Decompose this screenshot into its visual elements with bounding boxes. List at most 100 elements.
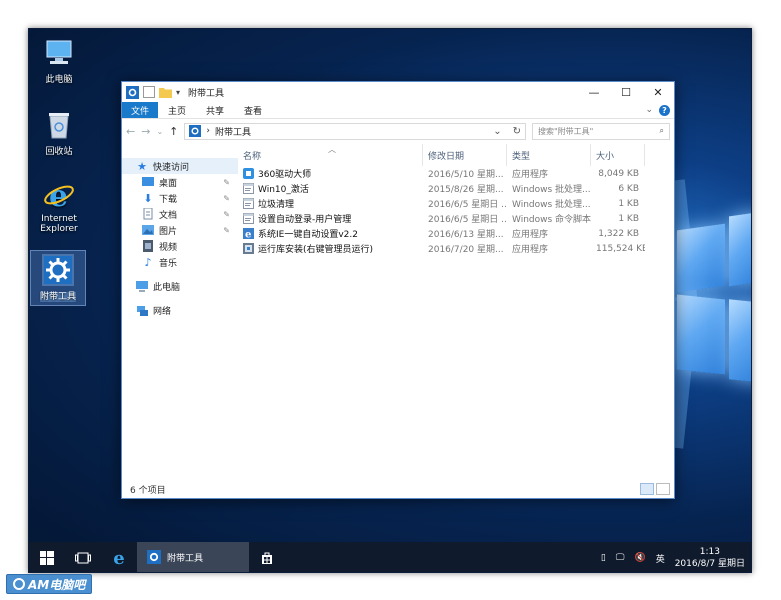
back-arrow-icon[interactable]: ← — [126, 125, 135, 138]
chevron-down-icon[interactable]: ▾ — [176, 88, 180, 97]
address-dropdown-icon[interactable]: ⌄ — [493, 126, 501, 137]
file-date: 2016/6/5 星期日 ... — [428, 215, 507, 225]
folder-icon[interactable] — [159, 87, 172, 98]
nav-network[interactable]: 网络 — [122, 302, 238, 318]
details-view-button[interactable] — [640, 483, 654, 495]
nav-quick-access[interactable]: ★ 快速访问 — [122, 158, 238, 174]
nav-item-downloads[interactable]: ⬇ 下载 ✎ — [122, 190, 238, 206]
item-count: 6 个项目 — [130, 485, 166, 496]
file-type: 应用程序 — [512, 170, 549, 180]
file-size: 115,524 KB — [596, 243, 645, 254]
network-icon[interactable]: 🖵 — [616, 553, 625, 563]
large-icons-view-button[interactable] — [656, 483, 670, 495]
file-row[interactable]: e 系统IE一键自动设置v2.2 2016/6/13 星期... 应用程序 1,322 … — [238, 226, 674, 241]
file-name: 360驱动大师 — [258, 170, 312, 180]
usb-icon[interactable]: ▯ — [601, 553, 606, 563]
start-button[interactable] — [29, 542, 65, 572]
store-icon — [262, 552, 272, 564]
store-button[interactable] — [249, 542, 285, 572]
quick-access-toolbar: ▾ — [126, 85, 180, 99]
breadcrumb-item[interactable]: 附带工具 — [215, 125, 251, 138]
batch-icon — [243, 198, 254, 209]
tab-home[interactable]: 主页 — [158, 102, 196, 118]
nav-item-pictures[interactable]: 图片 ✎ — [122, 222, 238, 238]
taskbar: e 附带工具 ▯ 🖵 🔇 英 1:13 2016/8/7 星期日 — [29, 542, 751, 572]
file-date: 2016/6/5 星期日 ... — [428, 200, 507, 210]
nav-item-documents[interactable]: 文档 ✎ — [122, 206, 238, 222]
file-type: 应用程序 — [512, 230, 549, 240]
nav-this-pc[interactable]: 此电脑 — [122, 278, 238, 294]
column-header-date[interactable]: 修改日期 — [423, 144, 507, 166]
edge-button[interactable]: e — [101, 542, 137, 572]
video-icon — [142, 240, 154, 252]
file-type: Windows 批处理... — [512, 185, 591, 195]
file-size: 1 KB — [618, 198, 639, 209]
desktop-icon-this-pc[interactable]: 此电脑 — [29, 37, 89, 85]
windows-logo-pane — [729, 299, 751, 383]
file-explorer-window: ▾ 附带工具 — ☐ ✕ 文件 主页 共享 查看 ⌄ ? ← → ⌄ ↑ › 附… — [121, 81, 675, 499]
tab-view[interactable]: 查看 — [234, 102, 272, 118]
pin-icon[interactable]: ✎ — [223, 210, 230, 219]
file-row[interactable]: Win10_激活 2015/8/26 星期... Windows 批处理... 6 K… — [238, 181, 674, 196]
file-list: ︿ 名称 修改日期 类型 大小 360驱动大师 2016/5/10 星期... 应用… — [238, 144, 674, 480]
desktop-screen: 此电脑 回收站 e Internet Explorer 附带工具 ▾ 附带工具 … — [28, 28, 752, 573]
search-box[interactable]: 搜索"附带工具" ⌕ — [532, 122, 670, 140]
minimize-button[interactable]: — — [578, 82, 610, 102]
task-view-button[interactable] — [65, 542, 101, 572]
title-bar[interactable]: ▾ 附带工具 — ☐ ✕ — [122, 82, 674, 102]
help-icon[interactable]: ? — [659, 104, 670, 116]
gear-icon — [147, 550, 161, 564]
music-icon: ♪ — [144, 255, 152, 269]
ie-icon: e — [43, 179, 75, 211]
file-row[interactable]: 垃圾清理 2016/6/5 星期日 ... Windows 批处理... 1 KB — [238, 196, 674, 211]
file-date: 2016/7/20 星期... — [428, 245, 504, 255]
desktop-icon-recycle-bin[interactable]: 回收站 — [29, 109, 89, 157]
download-icon: ⬇ — [143, 191, 153, 205]
edge-icon: e — [113, 547, 125, 569]
tab-share[interactable]: 共享 — [196, 102, 234, 118]
file-size: 8,049 KB — [598, 168, 639, 179]
recent-chevron-icon[interactable]: ⌄ — [156, 127, 163, 136]
desktop-icon-internet-explorer[interactable]: e Internet Explorer — [29, 179, 89, 234]
windows-logo-pane — [677, 223, 725, 293]
clock[interactable]: 1:13 2016/8/7 星期日 — [675, 546, 745, 570]
pin-icon[interactable]: ✎ — [223, 178, 230, 187]
address-bar[interactable]: › 附带工具 ⌄ ↻ — [184, 122, 526, 140]
file-name: Win10_激活 — [258, 185, 309, 195]
file-size: 6 KB — [618, 183, 639, 194]
file-type: Windows 批处理... — [512, 200, 591, 210]
properties-icon[interactable] — [143, 86, 155, 98]
installer-icon — [243, 243, 254, 254]
maximize-button[interactable]: ☐ — [610, 82, 642, 102]
chevron-down-icon[interactable]: ⌄ — [645, 105, 653, 115]
pin-icon[interactable]: ✎ — [223, 194, 230, 203]
svg-text:e: e — [245, 230, 251, 240]
desktop-icon-tools-folder[interactable]: 附带工具 — [30, 250, 86, 306]
taskbar-app-tools[interactable]: 附带工具 — [137, 542, 249, 572]
volume-mute-icon[interactable]: 🔇 — [634, 553, 645, 563]
file-row[interactable]: 运行库安装(右键管理员运行) 2016/7/20 星期... 应用程序 115,524… — [238, 241, 674, 256]
tab-file[interactable]: 文件 — [122, 102, 159, 118]
search-icon[interactable]: ⌕ — [660, 126, 664, 136]
column-header-row: ︿ 名称 修改日期 类型 大小 — [238, 144, 674, 166]
nav-item-music[interactable]: ♪ 音乐 — [122, 254, 238, 270]
gear-icon — [126, 85, 139, 99]
column-header-size[interactable]: 大小 — [591, 144, 645, 166]
refresh-icon[interactable]: ↻ — [513, 126, 521, 137]
forward-arrow-icon[interactable]: → — [141, 125, 150, 138]
ime-indicator[interactable]: 英 — [656, 552, 665, 565]
close-button[interactable]: ✕ — [642, 82, 674, 102]
file-row[interactable]: 360驱动大师 2016/5/10 星期... 应用程序 8,049 KB — [238, 166, 674, 181]
file-row[interactable]: 设置自动登录-用户管理 2016/6/5 星期日 ... Windows 命令脚本 1… — [238, 211, 674, 226]
file-type: 应用程序 — [512, 245, 549, 255]
nav-item-desktop[interactable]: 桌面 ✎ — [122, 174, 238, 190]
nav-item-videos[interactable]: 视频 — [122, 238, 238, 254]
up-arrow-icon[interactable]: ↑ — [169, 125, 178, 138]
column-header-type[interactable]: 类型 — [507, 144, 591, 166]
search-input[interactable]: 搜索"附带工具" — [538, 126, 593, 137]
file-name: 运行库安装(右键管理员运行) — [258, 245, 374, 255]
app-icon — [243, 168, 254, 179]
pin-icon[interactable]: ✎ — [223, 226, 230, 235]
file-date: 2015/8/26 星期... — [428, 185, 504, 195]
batch-icon — [243, 213, 254, 224]
